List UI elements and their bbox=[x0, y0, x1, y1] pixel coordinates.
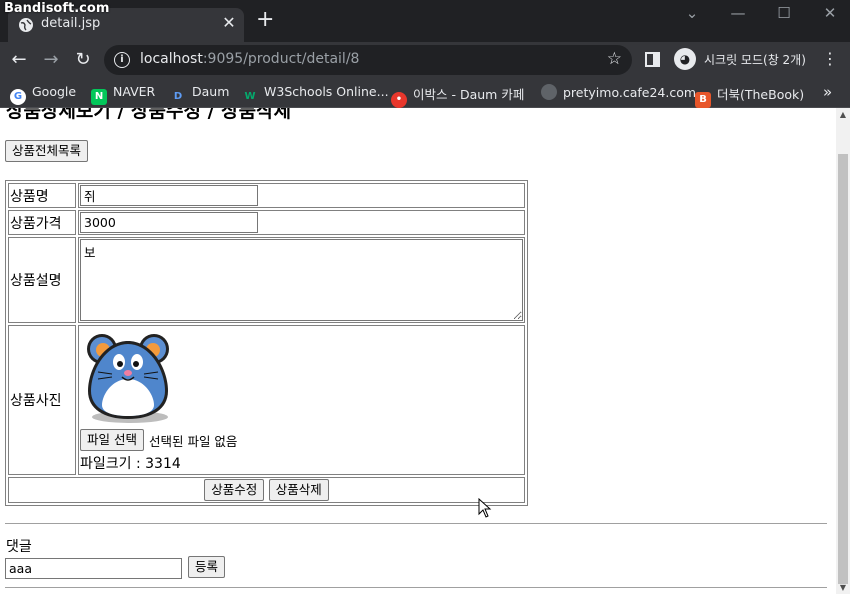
maximize-button[interactable]: ☐ bbox=[774, 4, 794, 22]
description-cell: 보 bbox=[78, 237, 525, 323]
delete-product-button[interactable]: 상품삭제 bbox=[268, 479, 329, 501]
address-bar[interactable]: i localhost:9095/product/detail/8 ☆ bbox=[104, 45, 632, 75]
bookmark-label: Daum bbox=[192, 84, 230, 99]
table-row: 상품설명 보 bbox=[8, 237, 525, 323]
page-viewport: 상품상세보기 / 상품수정 / 상품삭제 상품전체목록 상품명 상품가격 상품설… bbox=[0, 108, 836, 594]
side-panel-icon[interactable] bbox=[645, 52, 660, 67]
bookmarks-bar: G Google N NAVER D Daum W W3Schools Online..… bbox=[0, 78, 850, 108]
url-path: :9095/product/detail/8 bbox=[202, 51, 360, 67]
globe-icon bbox=[19, 18, 33, 32]
bookmark-daum-cafe[interactable]: • 이박스 - Daum 카페 bbox=[391, 84, 525, 108]
comment-section-title: 댓글 bbox=[6, 539, 32, 555]
naver-icon: N bbox=[91, 89, 107, 105]
scroll-down-icon[interactable]: ▼ bbox=[838, 583, 848, 592]
incognito-label: 시크릿 모드(창 2개) bbox=[704, 53, 806, 67]
table-row: 상품가격 bbox=[8, 210, 525, 235]
name-label: 상품명 bbox=[8, 183, 76, 208]
product-list-button[interactable]: 상품전체목록 bbox=[5, 140, 89, 162]
table-row: 상품수정 상품삭제 bbox=[8, 477, 525, 503]
action-cell: 상품수정 상품삭제 bbox=[8, 477, 525, 503]
price-cell bbox=[78, 210, 525, 235]
tab-search-icon[interactable]: ⌄ bbox=[682, 4, 702, 22]
divider bbox=[5, 587, 827, 588]
photo-cell: 파일 선택 선택된 파일 없음 파일크기 : 3314 bbox=[78, 325, 525, 475]
scroll-up-icon[interactable]: ▲ bbox=[838, 110, 848, 119]
product-name-input[interactable] bbox=[80, 185, 258, 206]
table-row: 상품명 bbox=[8, 183, 525, 208]
daum-cafe-icon: • bbox=[391, 92, 407, 108]
table-row: 상품사진 파일 선택 선택된 파일 없음 파일크기: 3314 bbox=[8, 325, 525, 475]
daum-icon: D bbox=[173, 91, 183, 102]
browser-chrome: detail.jsp ✕ + ⌄ — ☐ ✕ Bandisoft.com ← →… bbox=[0, 0, 850, 108]
back-button[interactable]: ← bbox=[8, 49, 30, 71]
google-icon: G bbox=[10, 89, 26, 105]
forward-button[interactable]: → bbox=[40, 49, 62, 71]
divider bbox=[5, 523, 827, 524]
more-menu-icon[interactable]: ⋮ bbox=[822, 49, 838, 68]
name-cell bbox=[78, 183, 525, 208]
url-host: localhost bbox=[140, 51, 203, 67]
close-tab-icon[interactable]: ✕ bbox=[220, 13, 238, 32]
bookmark-star-icon[interactable]: ☆ bbox=[607, 49, 622, 69]
page-title: 상품상세보기 / 상품수정 / 상품삭제 bbox=[6, 108, 292, 122]
globe-icon bbox=[541, 84, 557, 100]
url-text[interactable]: localhost:9095/product/detail/8 bbox=[140, 51, 359, 67]
product-detail-table: 상품명 상품가격 상품설명 보 상품사진 bbox=[5, 180, 528, 506]
choose-file-button[interactable]: 파일 선택 bbox=[80, 429, 144, 451]
product-photo-mouse bbox=[87, 334, 169, 423]
bookmark-label: 이박스 - Daum 카페 bbox=[413, 87, 525, 102]
browser-toolbar: ← → ↻ i localhost:9095/product/detail/8 … bbox=[0, 42, 850, 78]
product-price-input[interactable] bbox=[80, 212, 258, 233]
close-window-button[interactable]: ✕ bbox=[820, 4, 840, 22]
bookmark-label: 더북(TheBook) bbox=[717, 87, 805, 102]
new-tab-button[interactable]: + bbox=[256, 9, 274, 31]
w3schools-icon: W bbox=[244, 91, 256, 102]
comment-input[interactable] bbox=[5, 558, 182, 579]
product-description-textarea[interactable]: 보 bbox=[80, 239, 523, 321]
incognito-indicator[interactable]: ◕ 시크릿 모드(창 2개) bbox=[672, 46, 812, 74]
watermark: Bandisoft.com bbox=[4, 1, 110, 16]
more-bookmarks-icon[interactable]: » bbox=[823, 83, 832, 101]
bookmark-label: NAVER bbox=[113, 84, 156, 99]
update-product-button[interactable]: 상품수정 bbox=[204, 479, 265, 501]
bookmark-label: W3Schools Online... bbox=[264, 84, 389, 99]
bookmark-google[interactable]: G Google bbox=[10, 84, 77, 105]
bookmark-pretyimo[interactable]: pretyimo.cafe24.com bbox=[541, 84, 696, 102]
mouse-cursor-icon bbox=[478, 498, 492, 518]
bookmark-label: pretyimo.cafe24.com bbox=[563, 85, 697, 100]
thebook-icon: B bbox=[695, 92, 711, 108]
site-info-icon[interactable]: i bbox=[114, 52, 130, 68]
file-input: 파일 선택 선택된 파일 없음 bbox=[80, 429, 523, 451]
minimize-button[interactable]: — bbox=[728, 4, 748, 22]
description-label: 상품설명 bbox=[8, 237, 76, 323]
tab-title: detail.jsp bbox=[41, 16, 101, 31]
comment-submit-button[interactable]: 등록 bbox=[188, 556, 226, 578]
price-label: 상품가격 bbox=[8, 210, 76, 235]
bookmark-naver[interactable]: N NAVER bbox=[91, 84, 156, 105]
reload-button[interactable]: ↻ bbox=[72, 49, 94, 71]
file-status-text: 선택된 파일 없음 bbox=[148, 433, 238, 449]
bookmark-label: Google bbox=[32, 84, 77, 99]
bookmark-daum[interactable]: D Daum bbox=[170, 84, 230, 102]
photo-label: 상품사진 bbox=[8, 325, 76, 475]
bookmark-thebook[interactable]: B 더북(TheBook) bbox=[695, 84, 805, 108]
bookmark-w3schools[interactable]: W W3Schools Online... bbox=[242, 84, 389, 102]
scrollbar-thumb[interactable] bbox=[838, 154, 848, 584]
vertical-scrollbar[interactable]: ▲ ▼ bbox=[836, 108, 850, 594]
file-size-text: 파일크기 : 3314 bbox=[80, 456, 181, 472]
tab-strip: detail.jsp ✕ + ⌄ — ☐ ✕ bbox=[0, 0, 850, 42]
incognito-icon: ◕ bbox=[674, 48, 696, 70]
